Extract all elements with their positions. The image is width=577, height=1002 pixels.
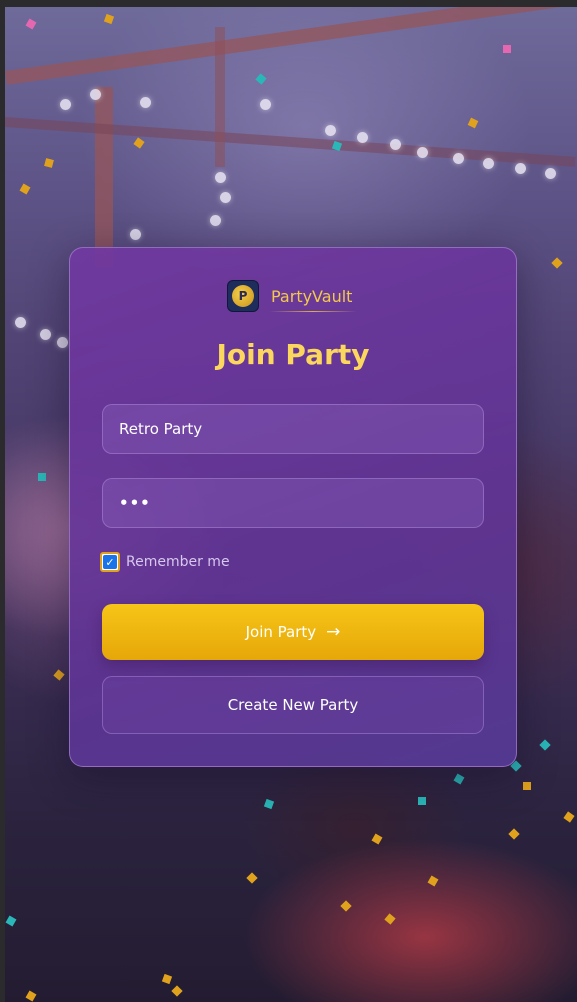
join-party-card: P PartyVault Join Party Retro Party ••• … [69, 247, 517, 767]
logo-glyph: P [232, 285, 254, 307]
brand-underline [269, 311, 357, 312]
brand-name: PartyVault [271, 286, 353, 306]
remember-me-label: Remember me [126, 554, 230, 570]
join-party-button-label: Join Party [245, 623, 317, 641]
arrow-right-icon: → [326, 622, 341, 642]
checkmark-icon: ✓ [103, 555, 117, 569]
join-party-button[interactable]: Join Party → [102, 604, 484, 660]
page-title: Join Party [216, 338, 370, 371]
party-name-input[interactable]: Retro Party [102, 404, 484, 454]
remember-me-checkbox[interactable]: ✓ [100, 552, 120, 572]
coin-logo-icon: P [227, 280, 259, 312]
remember-me-row[interactable]: ✓ Remember me [100, 552, 230, 572]
brand-header: P PartyVault [227, 280, 352, 312]
create-new-party-label: Create New Party [227, 696, 359, 714]
create-new-party-button[interactable]: Create New Party [102, 676, 484, 734]
window-top-edge [0, 0, 577, 7]
password-input[interactable]: ••• [102, 478, 484, 528]
